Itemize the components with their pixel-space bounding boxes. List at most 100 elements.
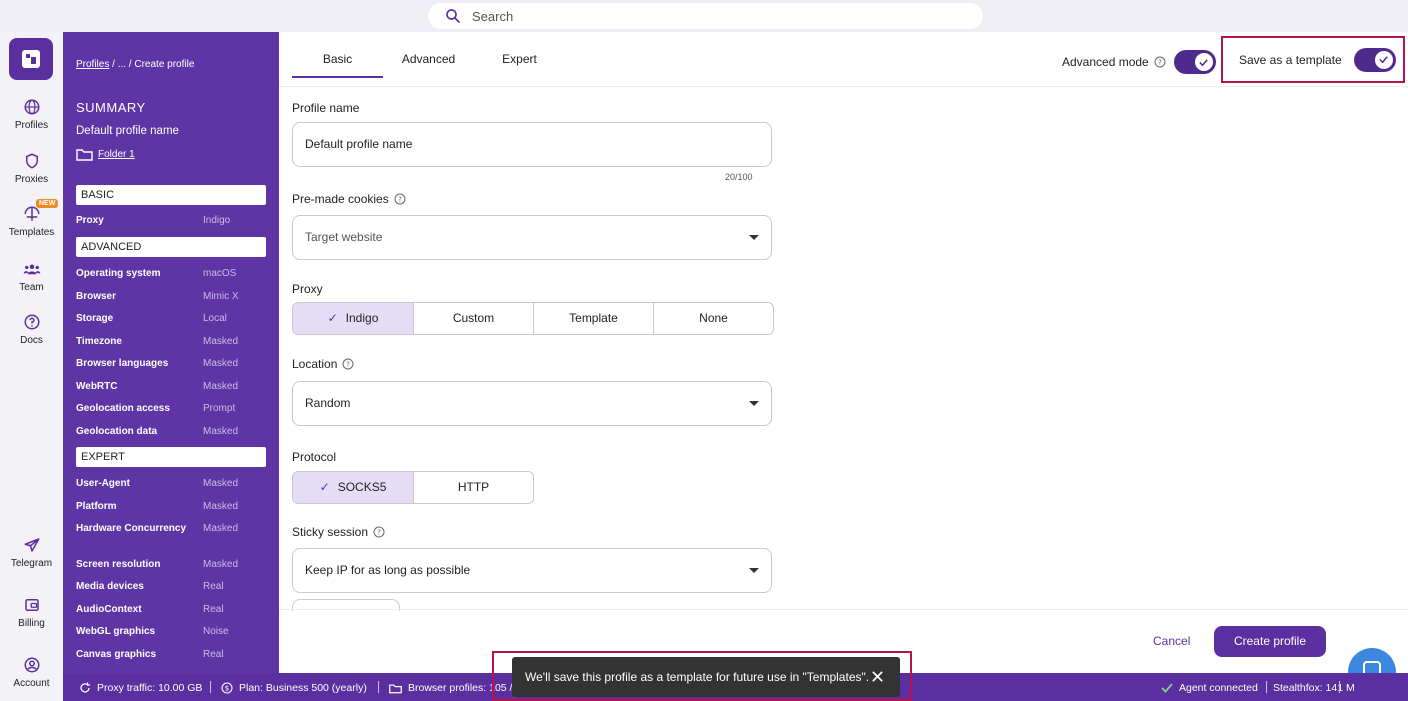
refresh-icon [80, 682, 90, 693]
summary-panel: Profiles / ... / Create profile SUMMARY … [63, 32, 279, 673]
rail-item-profiles[interactable]: Profiles [0, 98, 63, 131]
summary-row-key: Browser [76, 290, 117, 302]
protocol-label-text: Protocol [292, 450, 337, 464]
help-icon[interactable]: ? [342, 358, 354, 370]
status-separator [210, 681, 211, 693]
help-icon[interactable]: ? [1154, 56, 1166, 68]
folder-icon [76, 149, 93, 161]
check-icon [1161, 683, 1173, 693]
summary-row-key: AudioContext [76, 603, 142, 615]
main-panel: Basic Advanced Expert Advanced mode ? Sa… [279, 32, 1408, 696]
svg-text:?: ? [347, 361, 351, 369]
summary-row-value: Masked [203, 380, 239, 392]
toast: We'll save this profile as a template fo… [512, 657, 900, 697]
proxy-option-custom[interactable]: Custom [413, 303, 533, 334]
advanced-mode-toggle[interactable] [1173, 50, 1216, 74]
save-template-label: Save as a template [1239, 52, 1342, 67]
protocol-option-socks5[interactable]: SOCKS5 [293, 472, 413, 503]
proxy-label-text: Proxy [292, 282, 323, 296]
summary-folder-link[interactable]: Folder 1 [98, 149, 135, 160]
tab-basic[interactable]: Basic [292, 32, 383, 78]
profile-name-input[interactable]: Default profile name [292, 122, 772, 167]
tab-expert[interactable]: Expert [474, 32, 565, 78]
rail-label: Billing [18, 618, 45, 629]
rail-item-proxies[interactable]: Proxies [0, 152, 63, 185]
location-select[interactable]: Random [292, 381, 772, 426]
summary-row-value: Mimic X [203, 290, 239, 302]
app-logo[interactable] [9, 38, 53, 80]
location-value: Random [305, 396, 351, 410]
rail-item-telegram[interactable]: Telegram [0, 536, 63, 569]
protocol-option-http[interactable]: HTTP [413, 472, 533, 503]
rail-label: Profiles [14, 120, 49, 131]
rail-item-templates[interactable]: NEW Templates [0, 199, 63, 238]
summary-row-value: Indigo [203, 215, 231, 226]
breadcrumb: Profiles / ... / Create profile [76, 59, 194, 70]
summary-row-key: User-Agent [76, 478, 130, 489]
search-input[interactable]: Search [428, 3, 983, 29]
proxy-option-template[interactable]: Template [533, 303, 653, 334]
status-separator [1339, 681, 1340, 693]
profile-name-label: Profile name [292, 101, 359, 115]
shield-icon [25, 153, 38, 169]
proxy-option-indigo[interactable]: Indigo [293, 303, 413, 334]
cookies-label: Pre-made cookies ? [292, 192, 406, 206]
cookies-select[interactable]: Target website [292, 215, 772, 260]
summary-row-key: Screen resolution [76, 558, 161, 570]
summary-row-key: Platform [76, 500, 117, 512]
help-icon[interactable]: ? [373, 526, 385, 538]
svg-text:?: ? [1158, 59, 1162, 67]
rail-label: Account [13, 678, 50, 689]
summary-row-key: Geolocation data [76, 425, 158, 437]
rail-item-team[interactable]: Team [0, 260, 63, 293]
new-badge: NEW [36, 199, 59, 208]
rail-label: Docs [20, 335, 43, 346]
mimic-text: M [1346, 682, 1355, 694]
breadcrumb-rest: / ... / Create profile [109, 59, 195, 70]
create-profile-button[interactable]: Create profile [1214, 626, 1326, 657]
status-stealthfox: Stealthfox: 141 [1273, 682, 1343, 694]
location-label: Location ? [292, 357, 354, 371]
summary-section-advanced: ADVANCED [76, 237, 266, 257]
agent-text: Agent connected [1179, 682, 1258, 694]
sticky-select[interactable]: Keep IP for as long as possible [292, 548, 772, 593]
summary-row-value: Noise [203, 626, 229, 637]
top-bar: Search [0, 0, 1408, 32]
proxy-traffic-text: Proxy traffic: 10.00 GB [97, 682, 203, 694]
cancel-button[interactable]: Cancel [1153, 634, 1190, 648]
toggle-knob [1374, 50, 1393, 69]
profile-name-label-text: Profile name [292, 101, 360, 115]
proxy-segmented: Indigo Custom Template None [292, 302, 774, 335]
summary-row-value: Masked [203, 523, 239, 534]
proxy-option-none[interactable]: None [653, 303, 773, 334]
status-proxy-traffic: Proxy traffic: 10.00 GB [79, 682, 202, 694]
summary-profile-name: Default profile name [76, 125, 179, 137]
wallet-icon [24, 599, 39, 611]
cookies-label-text: Pre-made cookies [292, 192, 389, 206]
svg-text:?: ? [377, 529, 381, 537]
summary-row-key: Canvas graphics [76, 648, 157, 660]
save-template-toggle[interactable] [1353, 47, 1396, 72]
summary-folder[interactable]: Folder 1 [76, 148, 135, 161]
summary-row-value: macOS [203, 268, 237, 279]
summary-row-value: Masked [203, 478, 239, 489]
chevron-down-icon [749, 401, 759, 406]
rail-item-billing[interactable]: Billing [0, 596, 63, 629]
protocol-segmented: SOCKS5 HTTP [292, 471, 534, 504]
tab-advanced[interactable]: Advanced [383, 32, 474, 78]
summary-row-key: Proxy [76, 215, 104, 226]
rail-item-docs[interactable]: Docs [0, 313, 63, 346]
summary-row-value: Masked [203, 558, 239, 570]
globe-icon [24, 99, 39, 115]
summary-row-value: Local [203, 313, 227, 324]
close-icon[interactable] [871, 670, 884, 683]
summary-row-value: Masked [203, 500, 239, 512]
folder-icon [389, 683, 402, 693]
help-icon[interactable]: ? [394, 193, 406, 205]
summary-row-key: Timezone [76, 335, 122, 347]
sticky-label-text: Sticky session [292, 525, 369, 539]
rail-item-account[interactable]: Account [0, 656, 63, 689]
breadcrumb-profiles-link[interactable]: Profiles [76, 59, 109, 70]
rail-label: Telegram [10, 558, 53, 569]
summary-row-value: Masked [203, 425, 239, 437]
